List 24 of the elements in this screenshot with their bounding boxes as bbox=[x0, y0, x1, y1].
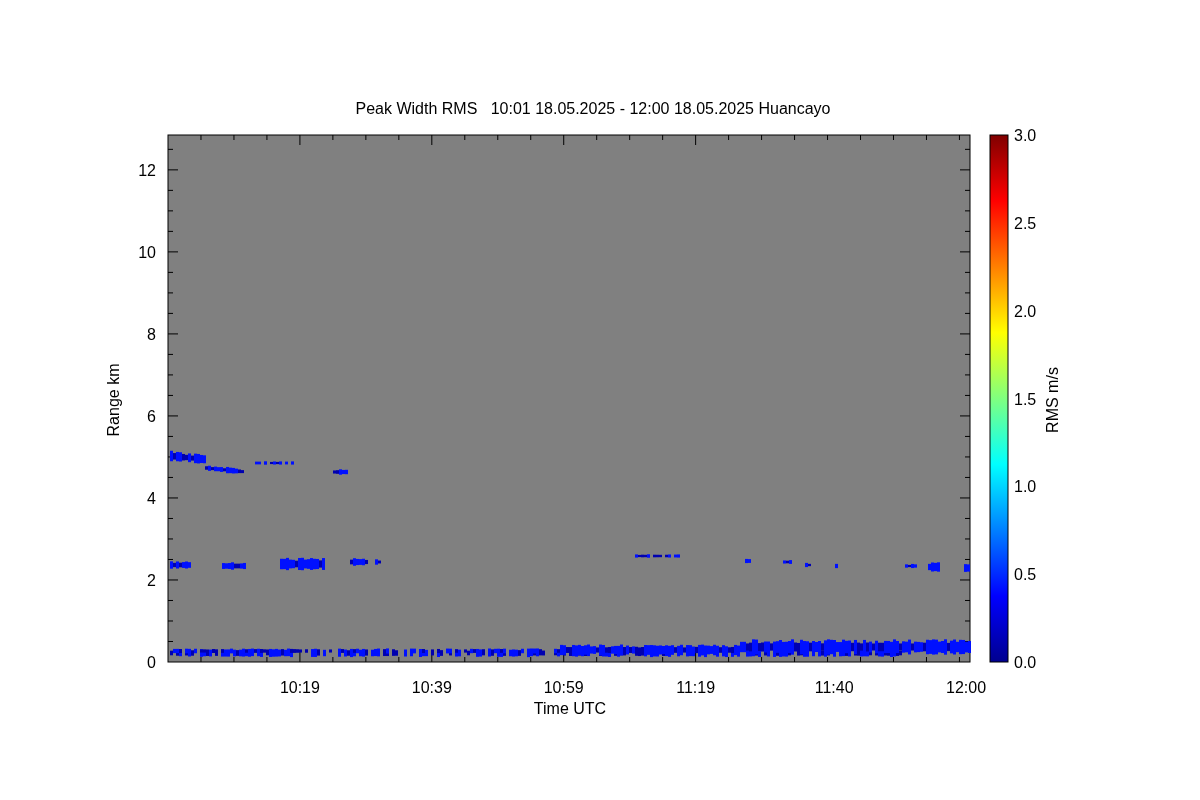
color-scale-label: 3.0 bbox=[1014, 127, 1037, 144]
y-tick-label: 12 bbox=[138, 161, 156, 179]
y-tick-label: 6 bbox=[147, 407, 156, 425]
color-scale-label: 2.5 bbox=[1014, 214, 1037, 232]
y-tick-label: 10 bbox=[138, 243, 156, 261]
x-tick-label: 11:19 bbox=[676, 679, 716, 696]
y-tick-label: 8 bbox=[147, 325, 156, 343]
color-scale-label: 1.0 bbox=[1014, 478, 1037, 496]
chart-title: Peak Width RMS 10:01 18.05.2025 - 12:00 18.05.2025 Huancayo bbox=[355, 100, 831, 117]
color-scale-label: 1.5 bbox=[1014, 390, 1037, 408]
color-scale-label: 0.0 bbox=[1014, 654, 1037, 671]
color-scale-label: 2.0 bbox=[1014, 302, 1037, 320]
y-tick-label: 4 bbox=[147, 489, 156, 507]
x-tick-label: 11:40 bbox=[814, 679, 854, 696]
y-axis-label: Range km bbox=[105, 363, 122, 437]
x-axis-label: Time UTC bbox=[533, 700, 607, 717]
x-tick-label: 12:00 bbox=[946, 679, 987, 696]
x-tick-label: 10:39 bbox=[411, 679, 452, 696]
color-scale-title: RMS m/s bbox=[1044, 367, 1061, 433]
x-tick-label: 10:59 bbox=[543, 679, 584, 696]
y-tick-label: 2 bbox=[147, 572, 156, 589]
y-tick-label: 0 bbox=[147, 654, 156, 671]
color-scale-label: 0.5 bbox=[1014, 566, 1037, 584]
x-tick-label: 10:19 bbox=[279, 679, 320, 696]
